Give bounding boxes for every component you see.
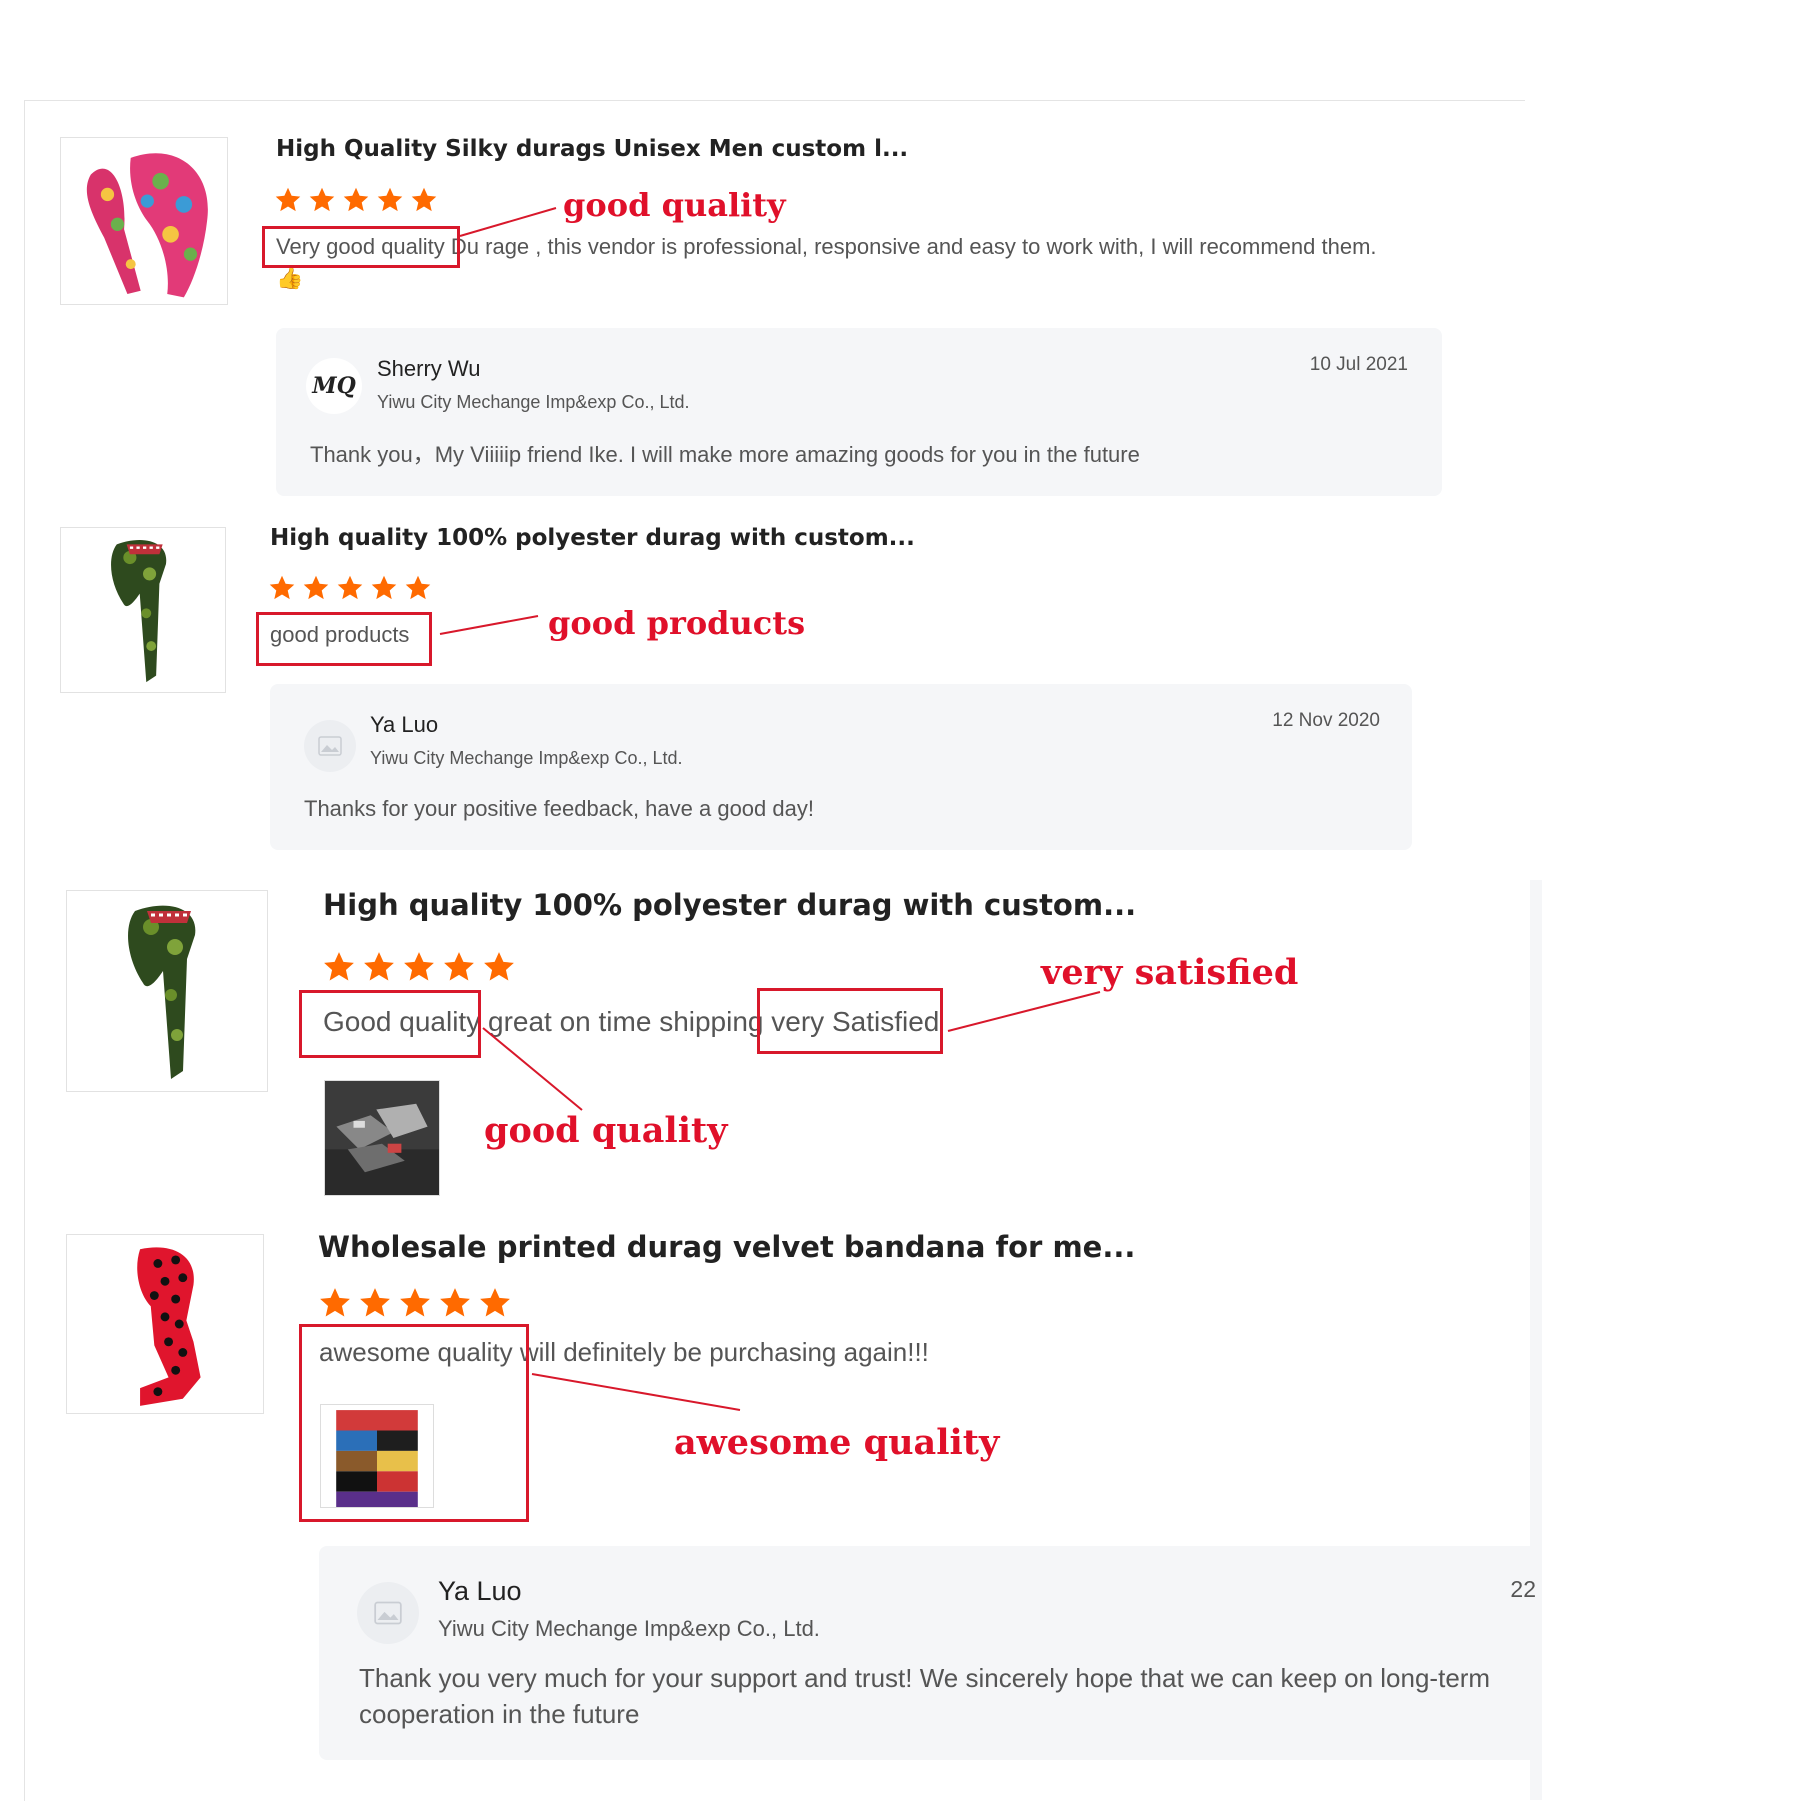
camo-durag-image bbox=[61, 528, 225, 692]
reply-author-name: Ya Luo bbox=[370, 712, 439, 737]
image-placeholder-icon bbox=[357, 1582, 419, 1644]
product-thumbnail-2[interactable] bbox=[60, 527, 226, 693]
star-icon bbox=[324, 952, 354, 981]
reply-date: 22 bbox=[1510, 1576, 1536, 1602]
star-icon bbox=[400, 1288, 430, 1317]
star-icon bbox=[484, 952, 514, 981]
reply-author-name: Ya Luo bbox=[438, 1576, 522, 1606]
highlight-box bbox=[262, 226, 460, 268]
company-avatar-icon: MQ bbox=[306, 358, 362, 414]
review-photo[interactable] bbox=[324, 1080, 440, 1196]
product-title[interactable]: High Quality Silky durags Unisex Men cus… bbox=[276, 136, 908, 162]
star-icon bbox=[411, 187, 437, 212]
reply-text: Thanks for your positive feedback, have … bbox=[304, 796, 814, 821]
annotation-label: good quality bbox=[484, 1110, 728, 1151]
star-icon bbox=[371, 575, 397, 600]
star-icon bbox=[303, 575, 329, 600]
star-icon bbox=[337, 575, 363, 600]
star-icon bbox=[444, 952, 474, 981]
product-title[interactable]: High quality 100% polyester durag with c… bbox=[270, 525, 915, 551]
pink-durag-image bbox=[61, 138, 227, 304]
review-photo[interactable] bbox=[320, 1404, 434, 1508]
reply-text: Thank you，My Viiiiip friend Ike. I will … bbox=[310, 442, 1140, 467]
seller-reply: MQ Sherry Wu Yiwu City Mechange Imp&exp … bbox=[276, 328, 1442, 496]
highlight-box bbox=[299, 990, 481, 1058]
star-icon bbox=[269, 575, 295, 600]
star-icon bbox=[309, 187, 335, 212]
product-thumbnail-4[interactable] bbox=[66, 1234, 264, 1414]
star-rating bbox=[274, 186, 444, 214]
seller-reply: Ya Luo Yiwu City Mechange Imp&exp Co., L… bbox=[270, 684, 1412, 850]
reply-date: 12 Nov 2020 bbox=[1272, 710, 1380, 731]
annotation-label: good products bbox=[548, 604, 806, 642]
star-icon bbox=[343, 187, 369, 212]
product-title[interactable]: High quality 100% polyester durag with c… bbox=[323, 888, 1136, 922]
annotation-label: awesome quality bbox=[674, 1422, 1000, 1463]
product-thumbnail-1[interactable] bbox=[60, 137, 228, 305]
star-icon bbox=[360, 1288, 390, 1317]
red-polka-durag-image bbox=[76, 1235, 254, 1413]
star-icon bbox=[320, 1288, 350, 1317]
reply-author-name: Sherry Wu bbox=[377, 356, 481, 381]
image-placeholder-icon bbox=[304, 720, 356, 772]
thumbs-up-icon: 👍 bbox=[276, 264, 304, 290]
star-icon bbox=[377, 187, 403, 212]
durag-pile-photo bbox=[325, 1081, 439, 1195]
star-rating bbox=[268, 574, 438, 602]
product-title[interactable]: Wholesale printed durag velvet bandana f… bbox=[318, 1230, 1135, 1264]
highlight-box bbox=[256, 612, 432, 666]
reply-company: Yiwu City Mechange Imp&exp Co., Ltd. bbox=[377, 392, 690, 412]
annotation-label: very satisfied bbox=[1041, 952, 1299, 993]
reply-company: Yiwu City Mechange Imp&exp Co., Ltd. bbox=[438, 1616, 820, 1641]
reply-company: Yiwu City Mechange Imp&exp Co., Ltd. bbox=[370, 748, 683, 768]
star-icon bbox=[480, 1288, 510, 1317]
durag-stack-photo bbox=[326, 1405, 428, 1507]
reply-date: 10 Jul 2021 bbox=[1309, 354, 1408, 375]
star-icon bbox=[440, 1288, 470, 1317]
star-icon bbox=[405, 575, 431, 600]
star-rating bbox=[318, 1286, 518, 1320]
star-icon bbox=[275, 187, 301, 212]
annotation-label: good quality bbox=[563, 186, 786, 224]
highlight-box bbox=[757, 988, 943, 1054]
star-rating bbox=[322, 950, 522, 984]
seller-reply: Ya Luo Yiwu City Mechange Imp&exp Co., L… bbox=[319, 1546, 1540, 1760]
reply-text: Thank you very much for your support and… bbox=[359, 1663, 1491, 1730]
product-thumbnail-3[interactable] bbox=[66, 890, 268, 1092]
star-icon bbox=[364, 952, 394, 981]
star-icon bbox=[404, 952, 434, 981]
camo-durag-image bbox=[67, 891, 267, 1091]
